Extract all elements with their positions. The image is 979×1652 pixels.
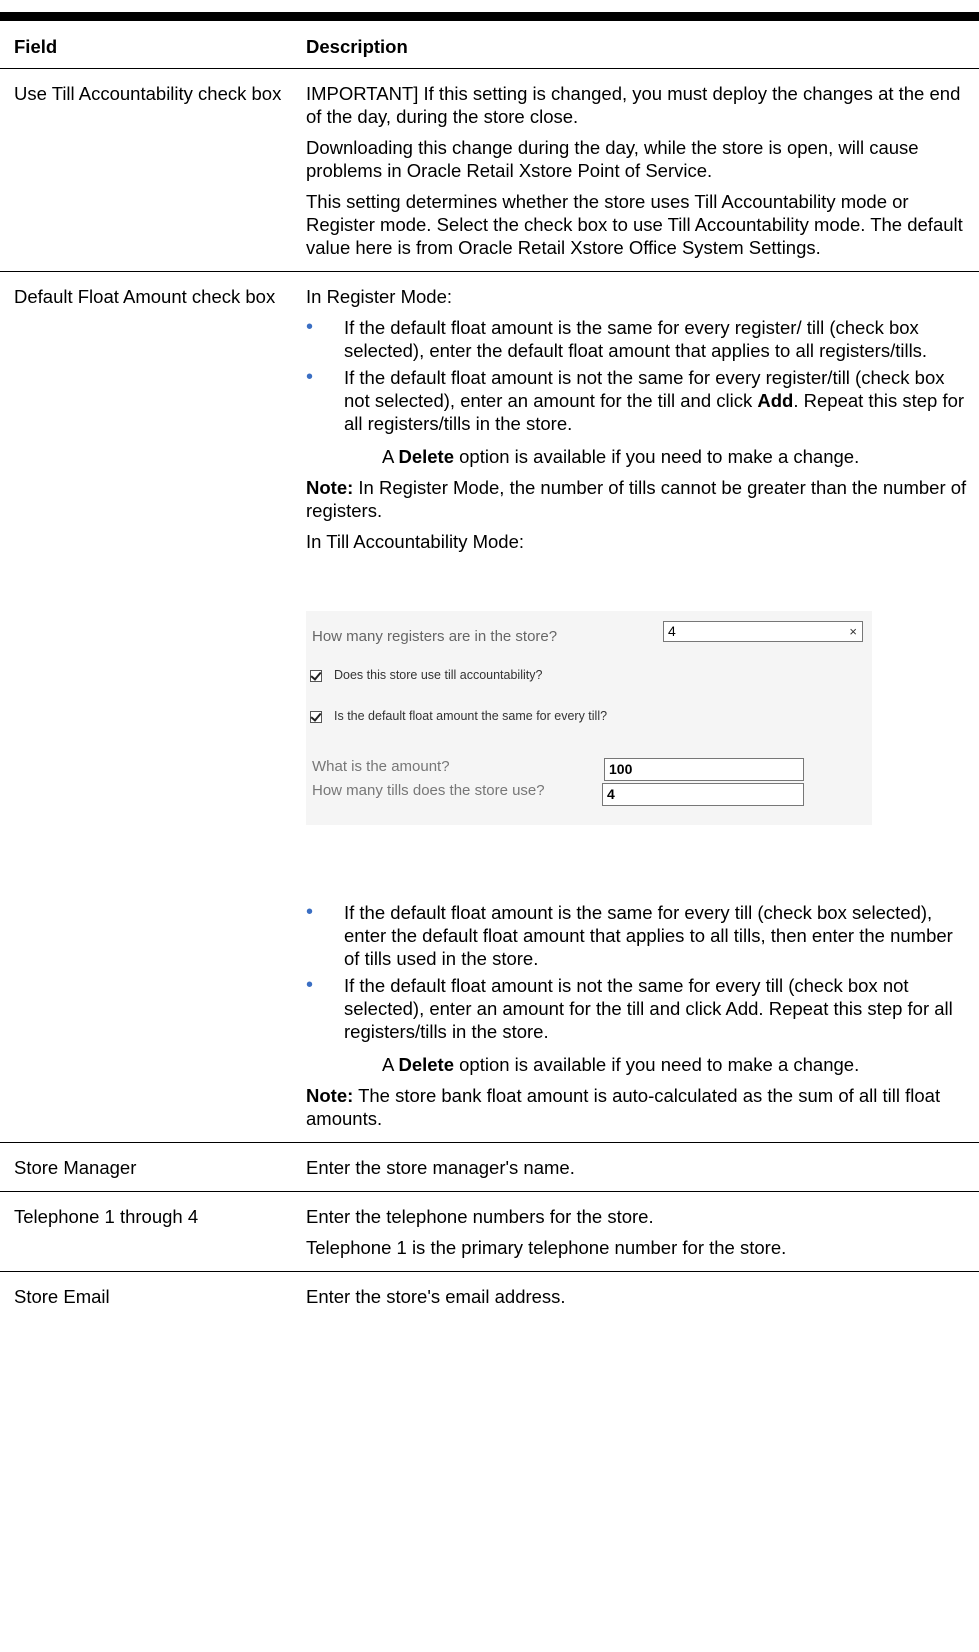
till-accountability-checkbox[interactable] <box>310 669 322 682</box>
paragraph: Telephone 1 is the primary telephone num… <box>306 1237 787 1258</box>
registers-question-label: How many registers are in the store? <box>312 628 558 645</box>
register-mode-heading: In Register Mode: <box>306 286 453 307</box>
delete-option-text: A Delete option is available if you need… <box>382 1054 860 1075</box>
same-float-checkbox-row[interactable]: Is the default float amount the same for… <box>310 705 607 728</box>
bullet-icon: • <box>306 366 314 388</box>
delete-option-text: A Delete option is available if you need… <box>382 446 860 467</box>
list-item: • If the default float amount is not the … <box>306 366 971 468</box>
header-description: Description <box>294 21 979 69</box>
register-mode-note: Note: In Register Mode, the number of ti… <box>306 477 967 521</box>
bullet-icon: • <box>306 316 314 338</box>
tills-question-label: How many tills does the store use? <box>312 782 545 799</box>
list-item: • If the default float amount is not the … <box>306 974 971 1076</box>
field-description: Enter the store's email address. <box>306 1286 566 1307</box>
table-row-store-manager: Store Manager Enter the store manager's … <box>0 1143 979 1192</box>
till-mode-heading: In Till Accountability Mode: <box>306 531 524 552</box>
field-description-table: Field Description Use Till Accountabilit… <box>0 21 979 1320</box>
table-row-default-float-amount: Default Float Amount check box In Regist… <box>0 272 979 1143</box>
till-mode-list: • If the default float amount is the same… <box>306 901 971 1076</box>
field-name: Use Till Accountability check box <box>14 83 282 104</box>
bullet-icon: • <box>306 974 314 996</box>
till-settings-form: How many registers are in the store? 4 ×… <box>306 611 872 825</box>
tills-input[interactable]: 4 <box>602 783 804 806</box>
header-field: Field <box>0 21 294 69</box>
paragraph: IMPORTANT] If this setting is changed, y… <box>306 83 961 127</box>
field-name: Store Manager <box>14 1157 137 1178</box>
field-name: Telephone 1 through 4 <box>14 1206 199 1227</box>
registers-input[interactable]: 4 × <box>663 621 863 642</box>
field-name: Store Email <box>14 1286 110 1307</box>
same-float-checkbox[interactable] <box>310 710 322 723</box>
list-item: • If the default float amount is the same… <box>306 901 953 969</box>
till-mode-note: Note: The store bank float amount is aut… <box>306 1085 941 1129</box>
field-description: Enter the telephone numbers for the stor… <box>294 1192 979 1272</box>
bullet-icon: • <box>306 901 314 923</box>
list-item: • If the default float amount is the same… <box>306 316 928 361</box>
field-name: Default Float Amount check box <box>14 286 276 307</box>
clear-icon[interactable]: × <box>849 622 857 641</box>
field-description: Enter the store manager's name. <box>306 1157 575 1178</box>
amount-question-label: What is the amount? <box>312 758 450 775</box>
amount-input[interactable]: 100 <box>604 758 804 781</box>
paragraph: Enter the telephone numbers for the stor… <box>306 1206 654 1227</box>
paragraph: Downloading this change during the day, … <box>306 137 919 181</box>
till-accountability-checkbox-row[interactable]: Does this store use till accountability? <box>310 664 542 687</box>
table-header-row: Field Description <box>0 21 979 69</box>
paragraph: This setting determines whether the stor… <box>306 191 963 258</box>
field-description: IMPORTANT] If this setting is changed, y… <box>294 69 979 272</box>
top-rule <box>0 12 979 21</box>
table-row-use-till-accountability: Use Till Accountability check box IMPORT… <box>0 69 979 272</box>
field-description: In Register Mode: • If the default float … <box>294 272 979 1143</box>
register-mode-list: • If the default float amount is the same… <box>306 316 971 468</box>
table-row-telephone: Telephone 1 through 4 Enter the telephon… <box>0 1192 979 1272</box>
table-row-store-email: Store Email Enter the store's email addr… <box>0 1272 979 1321</box>
settings-screenshot: How many registers are in the store? 4 ×… <box>306 611 971 825</box>
